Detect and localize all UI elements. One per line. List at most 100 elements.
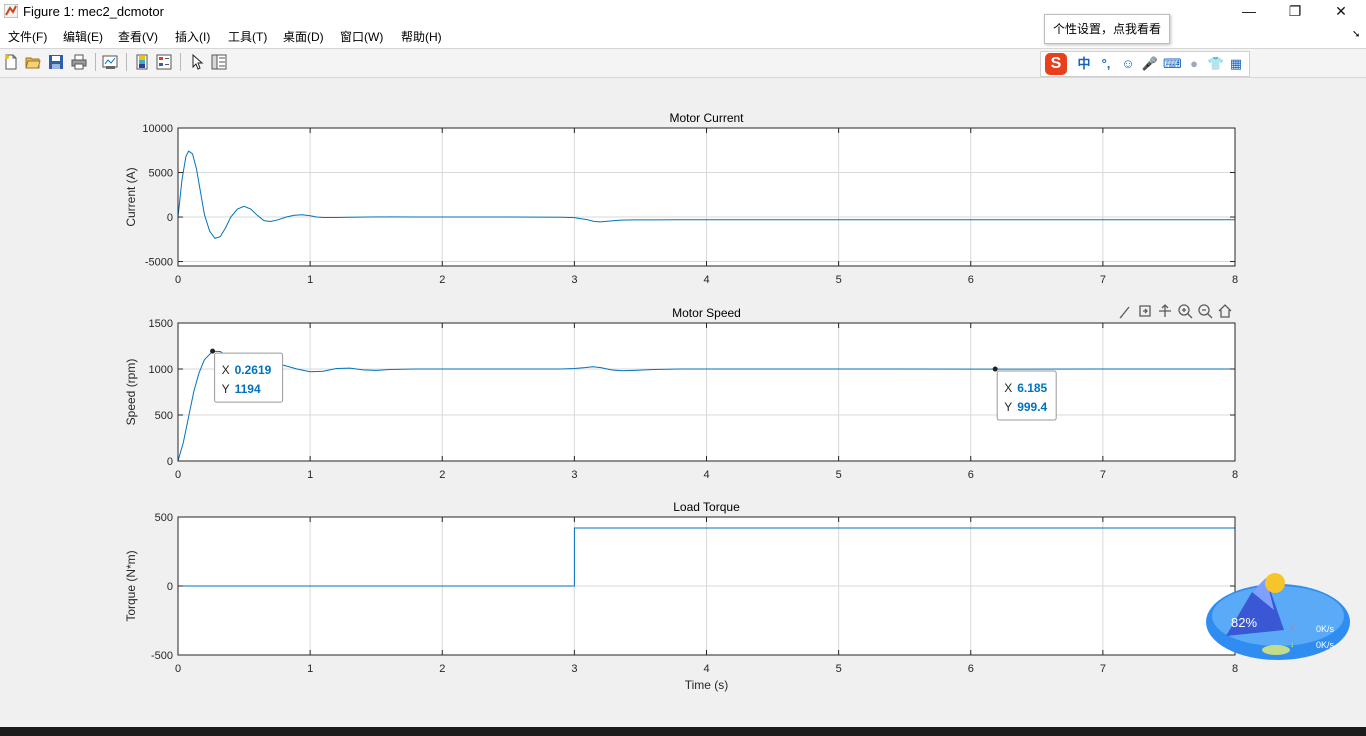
zoom-in-icon[interactable] bbox=[1178, 304, 1193, 319]
menu-desktop[interactable]: 桌面(D) bbox=[283, 28, 324, 45]
edit-plot-pointer-icon[interactable] bbox=[188, 54, 204, 70]
brush-icon[interactable] bbox=[1119, 306, 1130, 319]
y-tick-label: -5000 bbox=[145, 257, 173, 269]
matlab-app-icon bbox=[4, 4, 18, 18]
account-icon[interactable]: ● bbox=[1185, 55, 1203, 73]
chart-title: Motor Speed bbox=[672, 306, 741, 320]
x-tick-label: 0 bbox=[175, 469, 181, 481]
datatip-y-label: Y bbox=[222, 382, 230, 396]
menu-edit[interactable]: 编辑(E) bbox=[63, 28, 103, 45]
chart-title: Load Torque bbox=[673, 500, 740, 514]
datatip-marker[interactable] bbox=[210, 348, 216, 354]
x-tick-label: 3 bbox=[571, 274, 577, 286]
save-icon[interactable] bbox=[48, 54, 64, 70]
emoji-icon[interactable]: ☺ bbox=[1119, 55, 1137, 73]
datatip-y-value: 999.4 bbox=[1017, 400, 1047, 414]
sun-icon bbox=[1265, 573, 1285, 593]
print-icon[interactable] bbox=[71, 54, 87, 70]
y-tick-label: 0 bbox=[167, 581, 173, 593]
datatip-x-value: 6.185 bbox=[1017, 381, 1047, 395]
x-tick-label: 6 bbox=[968, 663, 974, 675]
x-tick-label: 7 bbox=[1100, 663, 1106, 675]
y-tick-label: 10000 bbox=[142, 123, 173, 135]
ime-tooltip: 个性设置，点我看看 bbox=[1044, 14, 1170, 44]
x-tick-label: 2 bbox=[439, 469, 445, 481]
x-tick-label: 2 bbox=[439, 274, 445, 286]
x-tick-label: 0 bbox=[175, 663, 181, 675]
figure-canvas[interactable]: 0 1 2 3 4 5 6 7 8-50000500010000Motor CurrentCur… bbox=[0, 77, 1366, 727]
upload-speed: 0K/s bbox=[1316, 624, 1335, 634]
restore-button[interactable]: ❐ bbox=[1272, 0, 1318, 24]
x-tick-label: 1 bbox=[307, 274, 313, 286]
zoom-out-icon[interactable] bbox=[1198, 304, 1213, 319]
new-figure-icon[interactable] bbox=[3, 54, 19, 70]
voice-input-icon[interactable]: 🎤 bbox=[1141, 55, 1159, 73]
widget-percent: 82% bbox=[1231, 615, 1257, 630]
skin-shirt-icon[interactable]: 👕 bbox=[1207, 55, 1225, 73]
x-tick-label: 5 bbox=[836, 274, 842, 286]
datatip-y-value: 1194 bbox=[235, 382, 261, 396]
insert-colorbar-icon[interactable] bbox=[134, 54, 150, 70]
close-button[interactable]: ✕ bbox=[1318, 0, 1364, 24]
x-tick-label: 0 bbox=[175, 274, 181, 286]
x-tick-label: 8 bbox=[1232, 469, 1238, 481]
x-tick-label: 3 bbox=[571, 663, 577, 675]
sogou-logo-icon[interactable]: S bbox=[1045, 53, 1067, 75]
open-file-icon[interactable] bbox=[25, 54, 41, 70]
x-tick-label: 1 bbox=[307, 469, 313, 481]
menu-file[interactable]: 文件(F) bbox=[8, 28, 47, 45]
y-tick-label: 0 bbox=[167, 456, 173, 468]
insert-legend-icon[interactable] bbox=[156, 54, 172, 70]
ime-mode-toggle[interactable]: 中 bbox=[1075, 55, 1093, 73]
y-axis-label: Current (A) bbox=[124, 167, 138, 226]
y-axis-label: Speed (rpm) bbox=[124, 359, 138, 426]
taskbar bbox=[0, 727, 1366, 736]
menu-help[interactable]: 帮助(H) bbox=[401, 28, 442, 45]
download-arrow-icon: ↓ bbox=[1290, 640, 1294, 649]
link-plot-icon[interactable] bbox=[102, 54, 118, 70]
toolbar-separator bbox=[95, 53, 96, 71]
download-speed: 0K/s bbox=[1316, 640, 1335, 650]
toolbar-separator bbox=[126, 53, 127, 71]
ime-punctuation-toggle[interactable]: °, bbox=[1097, 55, 1115, 73]
menu-overflow-arrow-icon[interactable]: ➘ bbox=[1352, 29, 1360, 40]
property-inspector-icon[interactable] bbox=[211, 54, 227, 70]
soft-keyboard-icon[interactable]: ⌨ bbox=[1163, 55, 1182, 73]
home-icon[interactable] bbox=[1218, 304, 1232, 318]
pan-icon[interactable] bbox=[1159, 304, 1171, 317]
toolbox-grid-icon[interactable]: ▦ bbox=[1227, 55, 1245, 73]
x-tick-label: 5 bbox=[836, 469, 842, 481]
x-tick-label: 7 bbox=[1100, 274, 1106, 286]
x-axis-label: Time (s) bbox=[685, 678, 729, 692]
datatip-x-value: 0.2619 bbox=[235, 363, 272, 377]
y-tick-label: 500 bbox=[155, 410, 173, 422]
menu-tools[interactable]: 工具(T) bbox=[228, 28, 267, 45]
y-tick-label: 0 bbox=[167, 212, 173, 224]
toolbar-separator bbox=[180, 53, 181, 71]
x-tick-label: 4 bbox=[703, 663, 709, 675]
menu-insert[interactable]: 插入(I) bbox=[175, 28, 210, 45]
x-tick-label: 4 bbox=[703, 469, 709, 481]
y-axis-label: Torque (N*m) bbox=[124, 550, 138, 621]
y-tick-label: 1000 bbox=[149, 364, 173, 376]
network-speed-widget[interactable]: 82% 0K/s 0K/s ↑ ↓ bbox=[1204, 570, 1352, 662]
menu-view[interactable]: 查看(V) bbox=[118, 28, 158, 45]
datatip-x-label: X bbox=[222, 363, 230, 377]
ime-toolbar: S 中 °, ☺ 🎤 ⌨ ● 👕 ▦ bbox=[1040, 51, 1250, 77]
x-tick-label: 6 bbox=[968, 469, 974, 481]
minimize-button[interactable]: — bbox=[1226, 0, 1272, 24]
x-tick-label: 5 bbox=[836, 663, 842, 675]
x-tick-label: 1 bbox=[307, 663, 313, 675]
x-tick-label: 8 bbox=[1232, 274, 1238, 286]
window-title: Figure 1: mec2_dcmotor bbox=[23, 4, 164, 19]
upload-arrow-icon: ↑ bbox=[1290, 623, 1294, 632]
y-tick-label: 1500 bbox=[149, 318, 173, 330]
x-tick-label: 3 bbox=[571, 469, 577, 481]
x-tick-label: 8 bbox=[1232, 663, 1238, 675]
y-tick-label: -500 bbox=[151, 650, 173, 662]
chart-title: Motor Current bbox=[669, 111, 744, 125]
datatip-marker[interactable] bbox=[992, 366, 998, 372]
export-icon[interactable] bbox=[1139, 305, 1151, 317]
datatip-y-label: Y bbox=[1004, 400, 1012, 414]
menu-window[interactable]: 窗口(W) bbox=[340, 28, 383, 45]
